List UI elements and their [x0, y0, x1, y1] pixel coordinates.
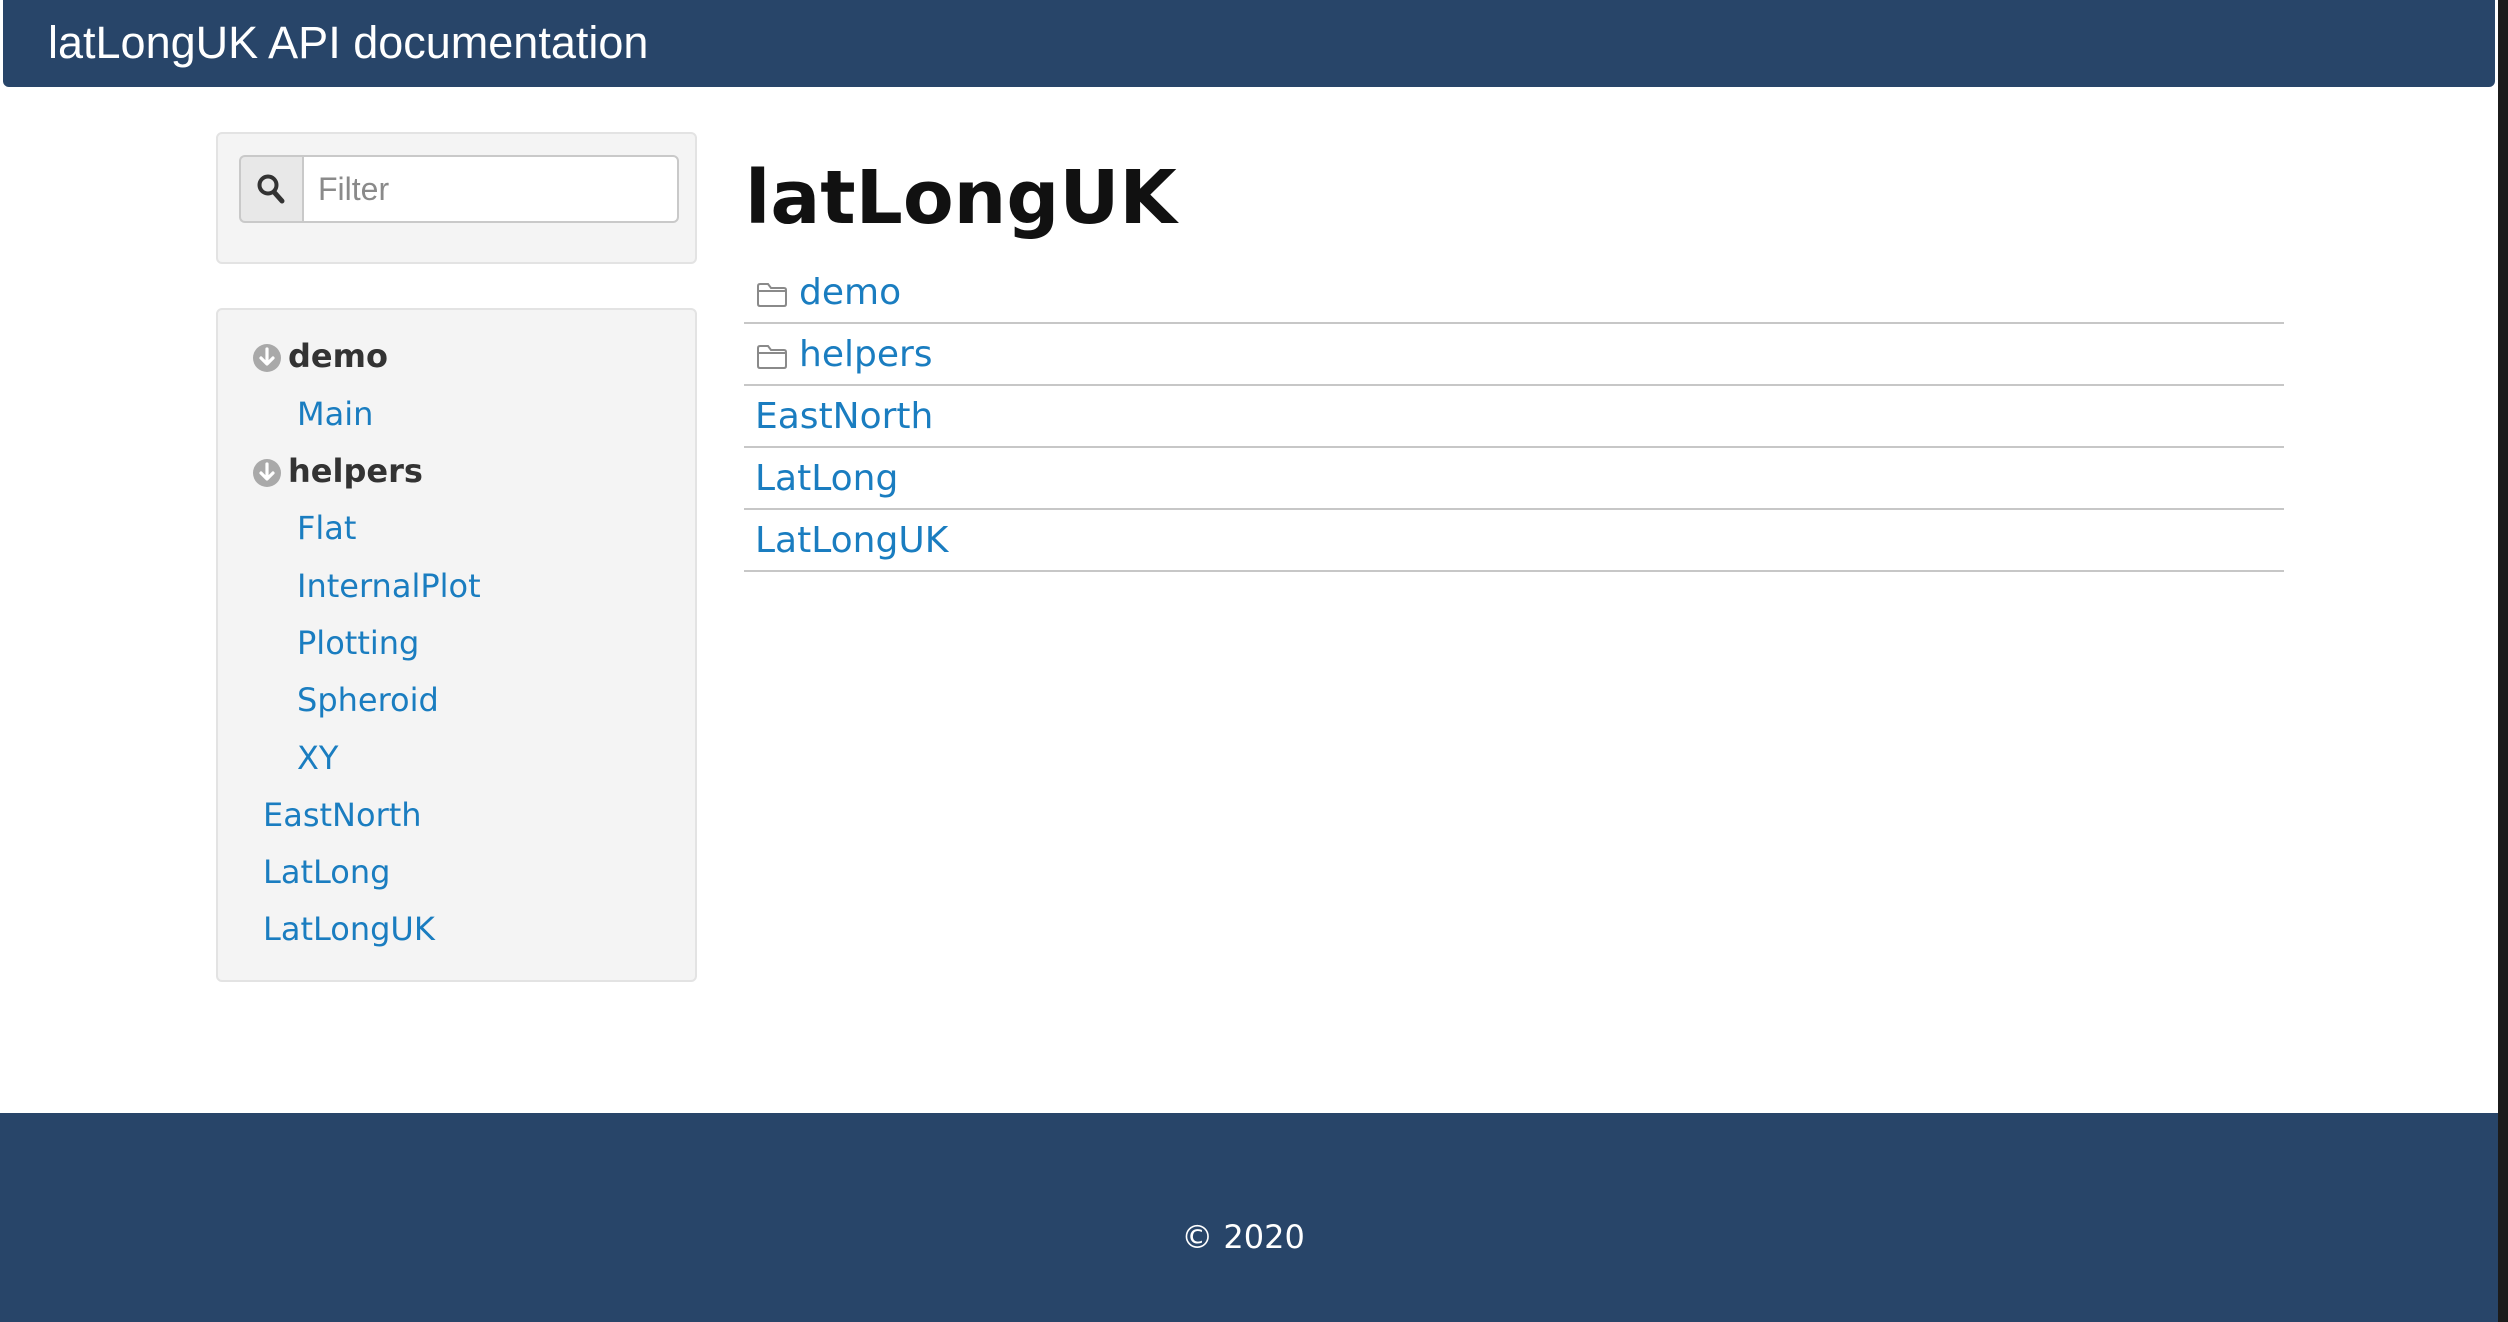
- sidebar-group-label: helpers: [288, 452, 423, 490]
- sidebar-item-eastnorth[interactable]: EastNorth: [263, 795, 422, 835]
- circle-arrow-down-icon[interactable]: [252, 457, 282, 497]
- circle-arrow-down-icon[interactable]: [252, 342, 282, 382]
- module-list: demo helpers EastNorth LatLong LatLongUK: [744, 262, 2284, 572]
- list-item: EastNorth: [744, 386, 2284, 448]
- filter-input[interactable]: [302, 155, 679, 223]
- sidebar-nav: demo Main helpers Flat InternalPlot Plot…: [216, 308, 697, 982]
- search-icon: [239, 155, 302, 223]
- page-title: latLongUK: [745, 155, 1177, 241]
- module-link-helpers[interactable]: helpers: [799, 333, 933, 377]
- sidebar-item-spheroid[interactable]: Spheroid: [297, 680, 439, 720]
- sidebar-group-label: demo: [288, 337, 388, 375]
- search-group: [239, 155, 679, 223]
- folder-icon: [756, 282, 788, 313]
- module-link-demo[interactable]: demo: [799, 271, 901, 315]
- sidebar-item-internalplot[interactable]: InternalPlot: [297, 566, 481, 606]
- header-bar: latLongUK API documentation: [3, 0, 2495, 87]
- folder-icon: [756, 344, 788, 375]
- list-item: LatLong: [744, 448, 2284, 510]
- footer: © 2020: [0, 1113, 2498, 1322]
- sidebar-item-latlong[interactable]: LatLong: [263, 852, 390, 892]
- list-item: helpers: [744, 324, 2284, 386]
- sidebar-item-plotting[interactable]: Plotting: [297, 623, 419, 663]
- module-link-eastnorth[interactable]: EastNorth: [755, 395, 933, 439]
- sidebar-item-xy[interactable]: XY: [297, 738, 338, 778]
- list-item: LatLongUK: [744, 510, 2284, 572]
- module-link-latlonguk[interactable]: LatLongUK: [755, 519, 948, 563]
- list-item: demo: [744, 262, 2284, 324]
- sidebar-item-latlonguk[interactable]: LatLongUK: [263, 909, 435, 949]
- site-title-link[interactable]: latLongUK API documentation: [48, 14, 648, 72]
- sidebar-item-main[interactable]: Main: [297, 394, 373, 434]
- sidebar-item-flat[interactable]: Flat: [297, 508, 356, 548]
- page: latLongUK API documentation demo M: [0, 0, 2498, 1322]
- copyright-text: © 2020: [1181, 1218, 1305, 1256]
- search-panel: [216, 132, 697, 264]
- module-link-latlong[interactable]: LatLong: [755, 457, 898, 501]
